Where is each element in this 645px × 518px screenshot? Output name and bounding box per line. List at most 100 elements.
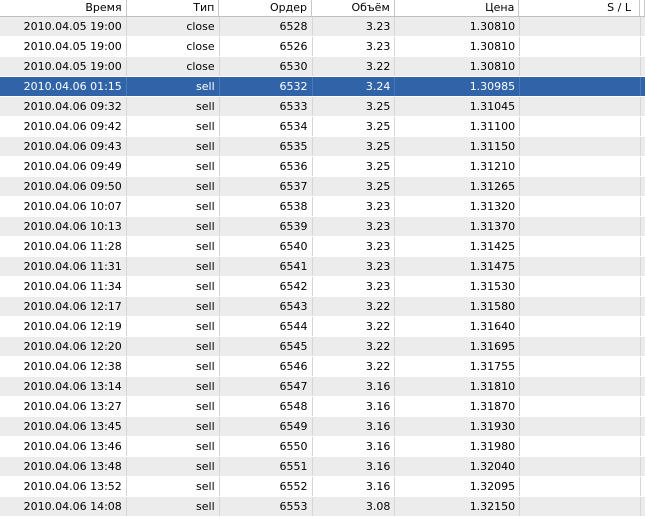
cell-filler <box>641 457 645 476</box>
table-row[interactable]: 2010.04.06 12:38 sell 6546 3.22 1.31755 <box>0 357 645 377</box>
cell-price: 1.31210 <box>395 157 521 176</box>
cell-volume: 3.24 <box>313 77 396 96</box>
cell-volume: 3.08 <box>313 497 396 516</box>
table-row[interactable]: 2010.04.06 12:17 sell 6543 3.22 1.31580 <box>0 297 645 317</box>
cell-filler <box>641 357 645 376</box>
cell-time: 2010.04.06 11:28 <box>0 237 127 256</box>
cell-time: 2010.04.06 14:08 <box>0 497 127 516</box>
cell-type: sell <box>127 357 220 376</box>
column-header-sl[interactable]: S / L <box>519 0 640 16</box>
cell-order: 6541 <box>220 257 313 276</box>
cell-order: 6530 <box>220 57 313 76</box>
cell-time: 2010.04.06 13:52 <box>0 477 127 496</box>
cell-volume: 3.16 <box>313 437 396 456</box>
cell-type: sell <box>127 377 220 396</box>
table-row[interactable]: 2010.04.06 09:42 sell 6534 3.25 1.31100 <box>0 117 645 137</box>
cell-volume: 3.16 <box>313 457 396 476</box>
cell-price: 1.30985 <box>395 77 521 96</box>
cell-sl <box>520 257 641 276</box>
cell-order: 6532 <box>220 77 313 96</box>
table-row[interactable]: 2010.04.06 13:48 sell 6551 3.16 1.32040 <box>0 457 645 477</box>
column-header-volume[interactable]: Объём <box>312 0 395 16</box>
cell-price: 1.32095 <box>395 477 521 496</box>
cell-sl <box>520 197 641 216</box>
table-row[interactable]: 2010.04.06 11:28 sell 6540 3.23 1.31425 <box>0 237 645 257</box>
table-row[interactable]: 2010.04.06 14:08 sell 6553 3.08 1.32150 <box>0 497 645 517</box>
table-row[interactable]: 2010.04.06 11:34 sell 6542 3.23 1.31530 <box>0 277 645 297</box>
table-row[interactable]: 2010.04.06 13:14 sell 6547 3.16 1.31810 <box>0 377 645 397</box>
cell-price: 1.32150 <box>395 497 521 516</box>
column-header-price[interactable]: Цена <box>395 0 520 16</box>
cell-volume: 3.25 <box>313 137 396 156</box>
cell-time: 2010.04.06 13:14 <box>0 377 127 396</box>
cell-type: sell <box>127 297 220 316</box>
cell-time: 2010.04.06 12:17 <box>0 297 127 316</box>
cell-volume: 3.23 <box>313 237 396 256</box>
cell-sl <box>520 77 641 96</box>
table-row[interactable]: 2010.04.06 13:52 sell 6552 3.16 1.32095 <box>0 477 645 497</box>
cell-volume: 3.23 <box>313 17 396 36</box>
cell-time: 2010.04.06 10:07 <box>0 197 127 216</box>
cell-sl <box>520 117 641 136</box>
table-row[interactable]: 2010.04.06 09:32 sell 6533 3.25 1.31045 <box>0 97 645 117</box>
cell-type: sell <box>127 77 220 96</box>
cell-sl <box>520 417 641 436</box>
cell-order: 6553 <box>220 497 313 516</box>
cell-price: 1.31100 <box>395 117 521 136</box>
cell-order: 6542 <box>220 277 313 296</box>
column-header-order[interactable]: Ордер <box>219 0 312 16</box>
table-row[interactable]: 2010.04.06 13:27 sell 6548 3.16 1.31870 <box>0 397 645 417</box>
cell-price: 1.30810 <box>395 17 521 36</box>
cell-time: 2010.04.05 19:00 <box>0 37 127 56</box>
column-header-time[interactable]: Время <box>0 0 127 16</box>
cell-type: sell <box>127 337 220 356</box>
table-row[interactable]: 2010.04.06 09:50 sell 6537 3.25 1.31265 <box>0 177 645 197</box>
cell-time: 2010.04.06 11:31 <box>0 257 127 276</box>
column-header-type[interactable]: Тип <box>127 0 220 16</box>
cell-price: 1.31475 <box>395 257 521 276</box>
cell-sl <box>520 297 641 316</box>
cell-volume: 3.25 <box>313 157 396 176</box>
cell-volume: 3.25 <box>313 117 396 136</box>
cell-filler <box>641 277 645 296</box>
cell-sl <box>520 477 641 496</box>
table-row[interactable]: 2010.04.06 12:19 sell 6544 3.22 1.31640 <box>0 317 645 337</box>
table-row[interactable]: 2010.04.06 09:43 sell 6535 3.25 1.31150 <box>0 137 645 157</box>
cell-order: 6536 <box>220 157 313 176</box>
cell-volume: 3.16 <box>313 477 396 496</box>
table-row-selected[interactable]: 2010.04.06 01:15 sell 6532 3.24 1.30985 <box>0 77 645 97</box>
cell-filler <box>641 437 645 456</box>
table-row[interactable]: 2010.04.05 19:00 close 6530 3.22 1.30810 <box>0 57 645 77</box>
cell-volume: 3.16 <box>313 397 396 416</box>
cell-sl <box>520 437 641 456</box>
column-header-filler <box>640 0 645 16</box>
cell-time: 2010.04.06 12:38 <box>0 357 127 376</box>
cell-time: 2010.04.06 13:45 <box>0 417 127 436</box>
cell-price: 1.31695 <box>395 337 521 356</box>
cell-order: 6550 <box>220 437 313 456</box>
cell-time: 2010.04.06 13:27 <box>0 397 127 416</box>
cell-time: 2010.04.06 13:46 <box>0 437 127 456</box>
table-row[interactable]: 2010.04.06 09:49 sell 6536 3.25 1.31210 <box>0 157 645 177</box>
cell-filler <box>641 37 645 56</box>
cell-filler <box>641 157 645 176</box>
table-row[interactable]: 2010.04.06 10:07 sell 6538 3.23 1.31320 <box>0 197 645 217</box>
cell-sl <box>520 237 641 256</box>
table-row[interactable]: 2010.04.06 13:45 sell 6549 3.16 1.31930 <box>0 417 645 437</box>
table-row[interactable]: 2010.04.05 19:00 close 6526 3.23 1.30810 <box>0 37 645 57</box>
table-row[interactable]: 2010.04.06 12:20 sell 6545 3.22 1.31695 <box>0 337 645 357</box>
cell-type: sell <box>127 397 220 416</box>
cell-order: 6551 <box>220 457 313 476</box>
cell-type: close <box>127 57 220 76</box>
table-row[interactable]: 2010.04.05 19:00 close 6528 3.23 1.30810 <box>0 17 645 37</box>
cell-type: sell <box>127 457 220 476</box>
table-row[interactable]: 2010.04.06 11:31 sell 6541 3.23 1.31475 <box>0 257 645 277</box>
cell-type: sell <box>127 117 220 136</box>
table-row[interactable]: 2010.04.06 13:46 sell 6550 3.16 1.31980 <box>0 437 645 457</box>
cell-volume: 3.16 <box>313 377 396 396</box>
table-row[interactable]: 2010.04.06 10:13 sell 6539 3.23 1.31370 <box>0 217 645 237</box>
cell-type: sell <box>127 277 220 296</box>
cell-type: sell <box>127 197 220 216</box>
cell-time: 2010.04.06 11:34 <box>0 277 127 296</box>
cell-time: 2010.04.06 09:32 <box>0 97 127 116</box>
